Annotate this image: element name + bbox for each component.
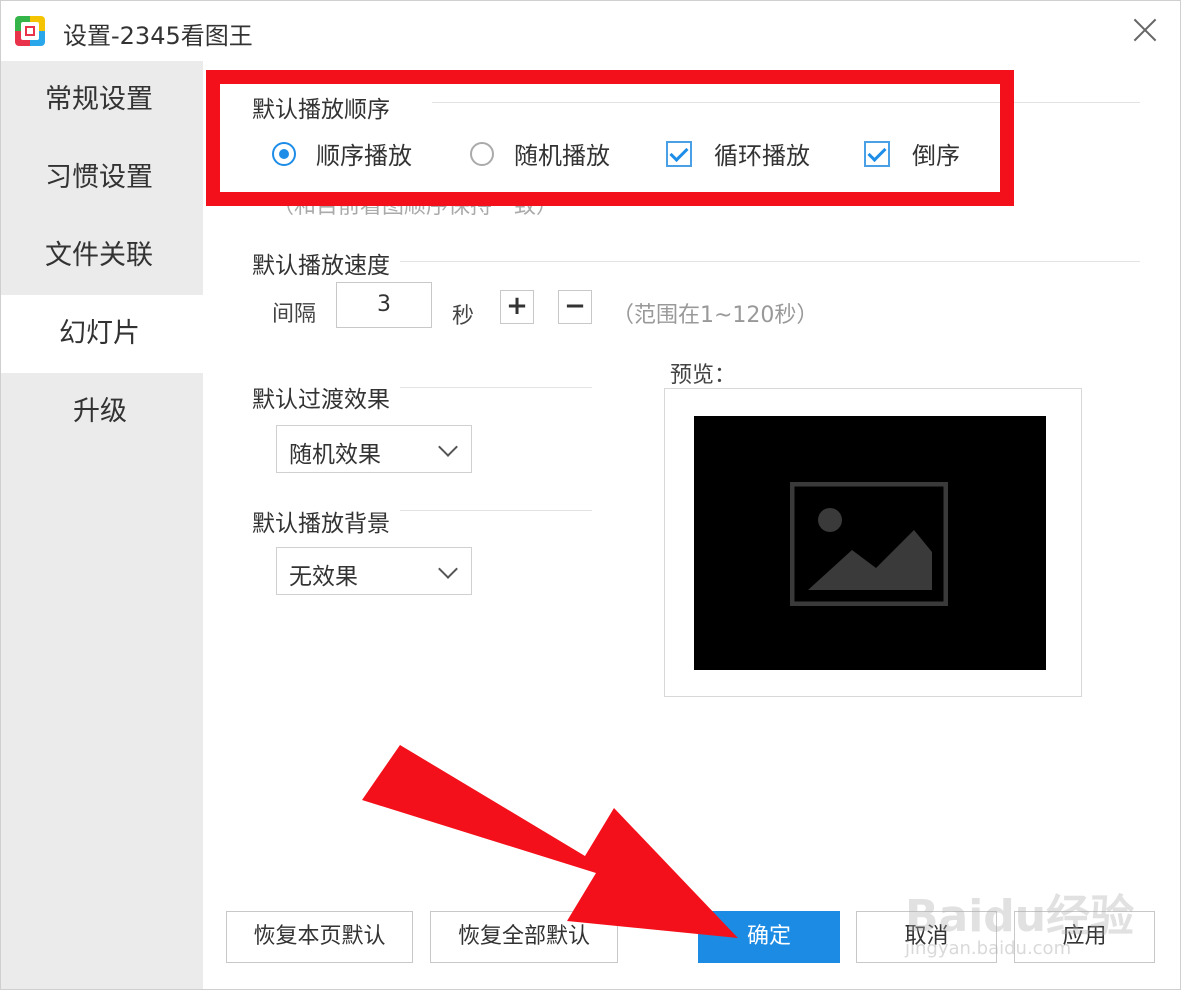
chevron-down-icon [438,437,458,457]
option-label: 随机播放 [514,142,610,170]
title-bar: 设置-2345看图王 [1,1,1180,61]
radio-checked-icon [272,141,296,166]
seconds-unit-label: 秒 [452,304,475,329]
interval-input[interactable]: 3 [336,282,432,328]
transition-select-value: 随机效果 [289,442,381,468]
cancel-button[interactable]: 取消 [856,911,997,963]
sidebar-item-slideshow[interactable]: 幻灯片 [1,295,203,373]
divider [400,510,592,511]
play-order-title: 默认播放顺序 [252,97,390,123]
increase-button[interactable]: + [500,290,534,324]
restore-all-defaults-button[interactable]: 恢复全部默认 [430,911,618,963]
divider [400,387,592,388]
app-logo-icon [15,16,45,46]
order-hint: （和目前看图顺序保持一致） [272,194,559,219]
checkbox-checked-icon [666,140,692,167]
transition-title: 默认过渡效果 [252,387,390,413]
sidebar: 常规设置 习惯设置 文件关联 幻灯片 升级 [1,61,203,989]
window-title: 设置-2345看图王 [63,22,253,50]
transition-select[interactable]: 随机效果 [276,425,472,473]
decrease-button[interactable]: − [558,290,592,324]
play-speed-title: 默认播放速度 [252,253,390,279]
background-title: 默认播放背景 [252,511,390,537]
range-hint: （范围在1~120秒） [612,303,819,328]
order-random-radio[interactable]: 随机播放 [470,136,610,171]
chevron-down-icon [438,559,458,579]
checkbox-checked-icon [864,140,890,167]
sidebar-item-general[interactable]: 常规设置 [1,61,203,139]
restore-page-defaults-button[interactable]: 恢复本页默认 [226,911,413,963]
image-placeholder-icon [790,482,948,606]
radio-unchecked-icon [470,141,494,166]
sidebar-item-habits[interactable]: 习惯设置 [1,139,203,217]
divider [432,102,1140,103]
sidebar-item-upgrade[interactable]: 升级 [1,373,203,451]
preview-label: 预览： [670,363,737,388]
sidebar-item-file-association[interactable]: 文件关联 [1,217,203,295]
option-label: 循环播放 [714,142,810,170]
apply-button[interactable]: 应用 [1014,911,1155,963]
background-select[interactable]: 无效果 [276,547,472,595]
divider [400,261,1140,262]
option-label: 顺序播放 [316,142,412,170]
loop-play-checkbox[interactable]: 循环播放 [666,136,810,171]
close-icon[interactable] [1128,13,1162,47]
option-label: 倒序 [912,142,960,170]
order-sequential-radio[interactable]: 顺序播放 [272,136,412,171]
ok-button[interactable]: 确定 [698,911,840,963]
background-select-value: 无效果 [289,564,358,590]
reverse-order-checkbox[interactable]: 倒序 [864,136,960,171]
interval-label: 间隔 [272,302,317,327]
